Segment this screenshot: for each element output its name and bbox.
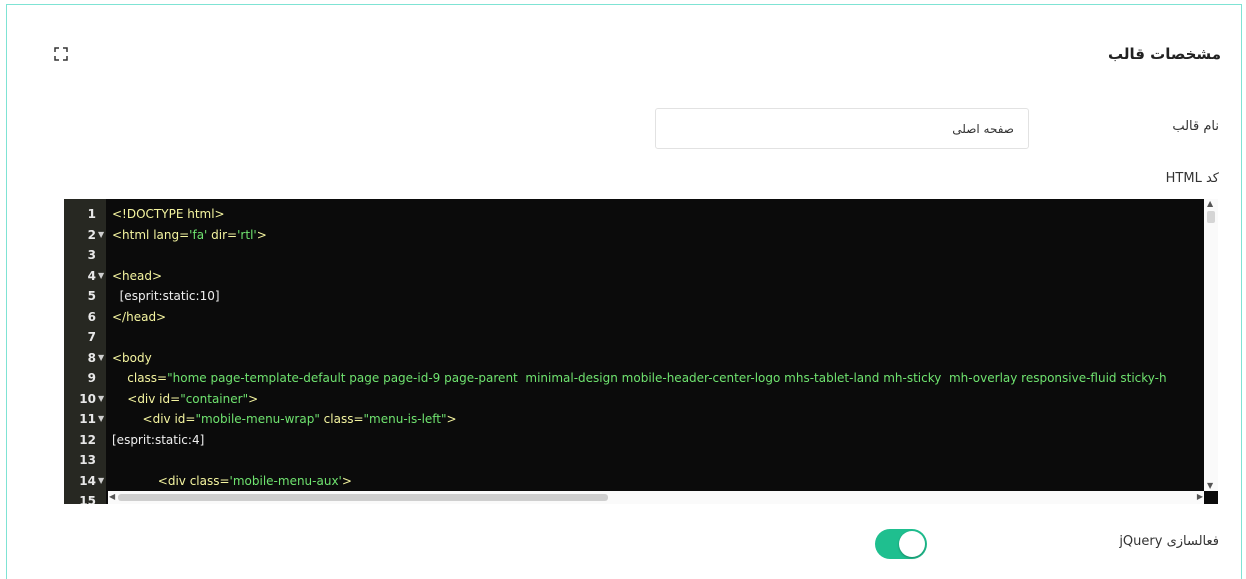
code-text: <!DOCTYPE html>	[112, 204, 225, 225]
code-line: 10 ▼ <div id="container">	[64, 389, 1204, 410]
html-code-label: کد HTML	[1165, 171, 1219, 186]
code-text: <div id="container">	[112, 389, 258, 410]
code-token: class=	[112, 371, 168, 385]
code-token: </head>	[112, 309, 167, 324]
code-line: 11 ▼ <div id="mobile-menu-wrap" class="me…	[64, 409, 1204, 430]
code-text: class="home page-template-default page p…	[112, 368, 1167, 389]
fold-arrow-icon[interactable]: ▼	[98, 266, 104, 287]
code-token: <!DOCTYPE html>	[112, 207, 225, 221]
code-token: "mobile-menu-wrap"	[195, 412, 320, 426]
code-line: 1 <!DOCTYPE html>	[64, 204, 1204, 225]
code-token: >	[446, 412, 457, 426]
html-code-editor[interactable]: 1 <!DOCTYPE html> 2 ▼ <html lang='fa' dir='r…	[64, 199, 1218, 504]
fold-arrow-icon[interactable]: ▼	[98, 471, 104, 492]
code-token: <div id=	[112, 412, 196, 426]
code-text: [esprit:static:10]	[112, 286, 220, 307]
line-number: 15	[79, 494, 96, 504]
code-token: [esprit:static:4]	[112, 432, 205, 447]
code-token: 'fa'	[189, 227, 208, 242]
scroll-right-icon[interactable]: ▶	[1197, 493, 1203, 501]
scroll-left-icon[interactable]: ◀	[109, 493, 115, 501]
template-name-label: نام قالب	[1172, 119, 1219, 134]
horizontal-scroll-thumb[interactable]	[118, 494, 608, 501]
line-number: 5	[87, 289, 96, 303]
code-token: <div id=	[112, 391, 181, 406]
code-token: >	[341, 473, 352, 488]
line-number: 3	[87, 248, 96, 262]
code-token: 'mobile-menu-aux'	[229, 473, 342, 488]
code-text: </head>	[112, 307, 166, 328]
line-number: 1	[87, 207, 96, 221]
line-number: 13	[79, 453, 96, 467]
fold-arrow-icon[interactable]: ▼	[98, 348, 104, 369]
horizontal-scrollbar[interactable]: ◀ ▶	[108, 491, 1204, 504]
line-number: 14	[79, 473, 96, 488]
code-text: <body	[112, 348, 152, 369]
fold-arrow-icon[interactable]: ▼	[98, 389, 104, 410]
code-token: <head>	[112, 268, 163, 283]
line-number: 11	[79, 412, 96, 426]
code-line: 9 class="home page-template-default page…	[64, 368, 1204, 389]
scroll-up-icon[interactable]: ▲	[1207, 200, 1213, 208]
code-line: 7	[64, 327, 1204, 348]
code-text: <html lang='fa' dir='rtl'>	[112, 225, 267, 246]
template-settings-panel: مشخصات قالب نام قالب کد HTML 1 <!DOCTYPE …	[6, 4, 1242, 579]
fold-arrow-icon[interactable]: ▼	[98, 225, 104, 246]
code-line: 3	[64, 245, 1204, 266]
scroll-down-icon[interactable]: ▼	[1207, 482, 1213, 490]
code-line: 2 ▼ <html lang='fa' dir='rtl'>	[64, 225, 1204, 246]
code-token: [esprit:static:10]	[112, 289, 220, 303]
code-text: <div class='mobile-menu-aux'>	[112, 471, 352, 492]
toggle-knob	[899, 531, 925, 557]
code-token: dir=	[207, 227, 238, 242]
code-line: 13	[64, 450, 1204, 471]
line-number: 6	[87, 309, 96, 324]
jquery-toggle[interactable]	[875, 529, 927, 559]
code-line: 4 ▼ <head>	[64, 266, 1204, 287]
panel-title: مشخصات قالب	[1107, 45, 1221, 63]
code-text: <div id="mobile-menu-wrap" class="menu-i…	[112, 409, 457, 430]
line-number: 10	[79, 391, 96, 406]
code-token: >	[256, 227, 267, 242]
code-token: "container"	[180, 391, 249, 406]
line-number: 12	[79, 432, 96, 447]
code-token: 'rtl'	[237, 227, 257, 242]
code-line: 6 </head>	[64, 307, 1204, 328]
fold-arrow-icon[interactable]: ▼	[98, 409, 104, 430]
code-token: <div class=	[112, 473, 230, 488]
vertical-scroll-thumb[interactable]	[1207, 211, 1215, 223]
line-number: 9	[87, 371, 96, 385]
line-number: 8	[87, 350, 96, 365]
code-token: class=	[319, 412, 364, 426]
code-token: "home page-template-default page page-id…	[167, 371, 1167, 385]
jquery-toggle-label: فعالسازی jQuery	[1119, 534, 1219, 549]
code-token: "menu-is-left"	[363, 412, 447, 426]
code-line: 5 [esprit:static:10]	[64, 286, 1204, 307]
template-name-input[interactable]	[655, 108, 1029, 149]
code-token: >	[248, 391, 259, 406]
vertical-scrollbar[interactable]: ▲ ▼	[1204, 199, 1218, 491]
code-line: 14 ▼ <div class='mobile-menu-aux'>	[64, 471, 1204, 492]
code-text: <head>	[112, 266, 162, 287]
line-number: 2	[87, 227, 96, 242]
expand-icon[interactable]	[54, 47, 68, 61]
code-token: <body	[112, 350, 152, 365]
code-line: 12 [esprit:static:4]	[64, 430, 1204, 451]
code-text: [esprit:static:4]	[112, 430, 204, 451]
code-line: 8 ▼ <body	[64, 348, 1204, 369]
code-token: <html lang=	[112, 227, 190, 242]
line-number: 4	[87, 268, 96, 283]
line-number: 7	[87, 330, 96, 344]
